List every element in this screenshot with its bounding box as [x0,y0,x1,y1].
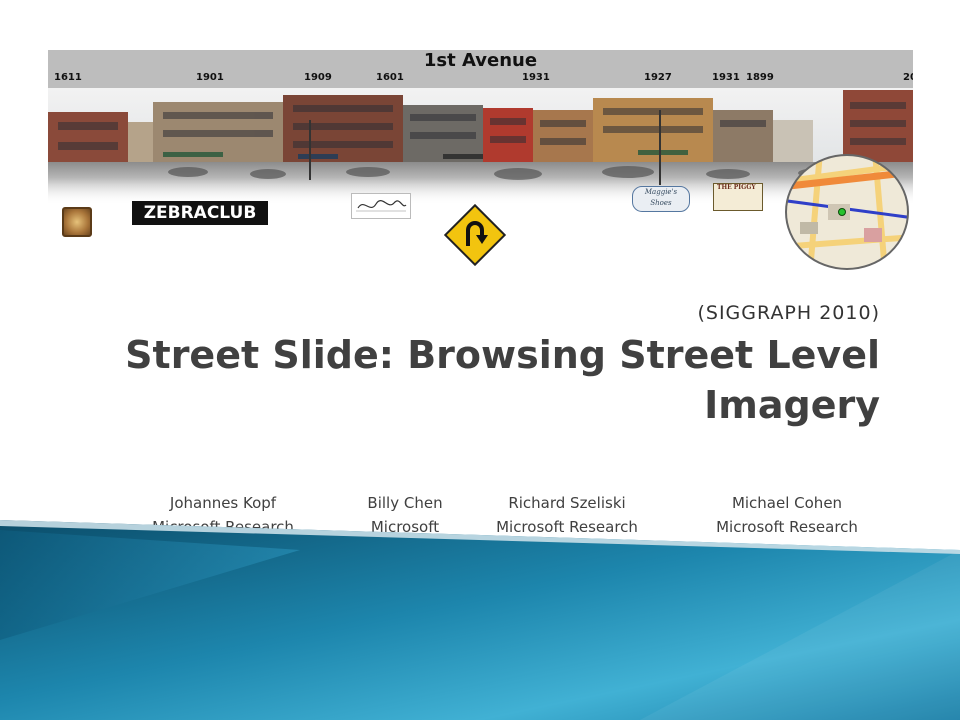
pub-logo[interactable]: THE PIGGY [713,183,763,211]
address-label: 1611 [54,72,82,83]
street-name-label: 1st Avenue [423,50,538,71]
address-label: 1909 [304,72,332,83]
logo-text: Shoes [650,199,672,207]
author-name: Billy Chen [367,494,443,512]
address-label: 1901 [196,72,224,83]
maggies-shoes-logo[interactable]: Maggie's Shoes [632,186,690,212]
signature-mark [356,200,407,212]
street-map[interactable] [780,152,914,272]
signature-logo[interactable] [351,193,411,219]
author-name: Johannes Kopf [169,494,277,512]
author-name: Richard Szeliski [508,494,626,512]
address-label: 1931 [522,72,550,83]
address-label: 1931 [712,72,740,83]
address-label: 1899 [746,72,774,83]
address-label: 1601 [376,72,404,83]
address-label: 1927 [644,72,672,83]
logo-text: THE PIGGY [717,184,756,191]
logo-text: Maggie's [644,188,678,196]
bottom-decoration [0,520,960,720]
zebraclub-logo[interactable]: ZEBRACLUB [132,201,268,225]
conference-label: (SIGGRAPH 2010) [697,302,880,324]
u-turn-icon[interactable] [443,203,507,267]
slide-title: Street Slide: Browsing Street Level Imag… [125,333,880,427]
address-label: 20 [903,72,913,83]
author-name: Michael Cohen [731,494,843,512]
restaurant-logo[interactable] [62,207,92,237]
